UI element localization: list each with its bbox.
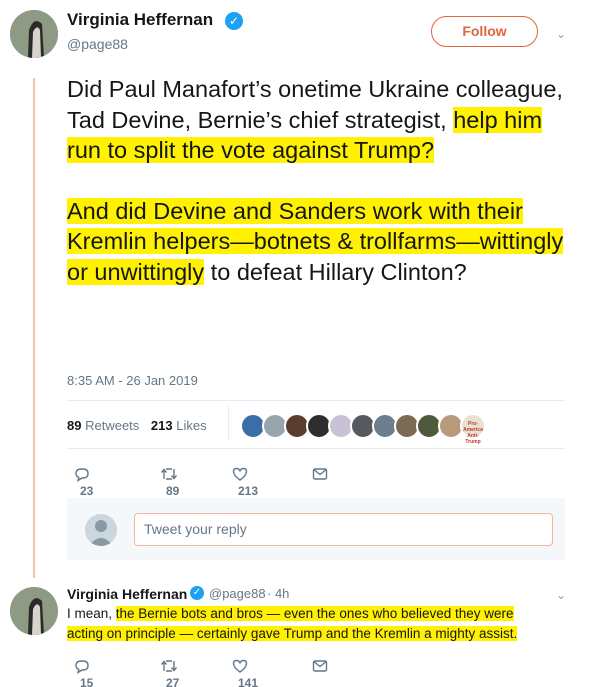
reply-time[interactable]: · 4h <box>267 586 289 601</box>
retweet-button[interactable]: 27 <box>160 657 179 687</box>
tweet-timestamp[interactable]: 8:35 AM - 26 Jan 2019 <box>67 373 198 388</box>
reply-text: I mean, the Bernie bots and bros — even … <box>67 604 547 644</box>
liker-badge-line2: Anti-Trump <box>465 433 481 445</box>
thread-line <box>33 78 35 578</box>
retweet-icon <box>160 468 178 480</box>
chevron-down-icon[interactable]: ⌄ <box>556 27 566 41</box>
retweet-count: 27 <box>166 675 180 687</box>
reply-icon <box>75 468 89 482</box>
tweet-paragraph-1: Did Paul Manafort’s onetime Ukraine coll… <box>67 74 567 166</box>
reply-author-handle[interactable]: @page88 <box>209 586 266 601</box>
like-button[interactable]: 213 <box>232 465 258 498</box>
user-avatar <box>85 514 117 546</box>
message-button[interactable] <box>312 657 328 673</box>
reply-text-highlight: the Bernie bots and bros — even the ones… <box>67 606 518 641</box>
reply-icon <box>75 660 89 674</box>
reply-composer: Tweet your reply <box>67 498 565 560</box>
tweet-stats: 89 Retweets 213 Likes <box>67 418 207 433</box>
reply-input[interactable]: Tweet your reply <box>134 513 553 546</box>
like-button[interactable]: 141 <box>232 657 258 687</box>
reply-button[interactable]: 15 <box>74 657 93 687</box>
like-icon <box>232 467 248 481</box>
retweet-icon <box>160 660 178 672</box>
follow-button[interactable]: Follow <box>431 16 538 47</box>
chevron-down-icon[interactable]: ⌄ <box>556 588 566 602</box>
message-button[interactable] <box>312 465 328 481</box>
like-icon <box>232 659 248 673</box>
reply-count: 23 <box>80 483 94 498</box>
tweet-text: Did Paul Manafort’s onetime Ukraine coll… <box>67 74 567 287</box>
retweets-count: 89 <box>67 418 82 433</box>
retweets-stat[interactable]: 89 Retweets <box>67 418 139 433</box>
likes-stat[interactable]: 213 Likes <box>151 418 207 433</box>
message-icon <box>312 468 328 480</box>
verified-badge-icon: ✓ <box>225 12 243 30</box>
retweet-count: 89 <box>166 483 180 498</box>
likes-label: Likes <box>176 418 207 433</box>
like-count: 141 <box>238 675 259 687</box>
author-name[interactable]: Virginia Heffernan <box>67 10 213 30</box>
divider <box>67 448 565 449</box>
like-count: 213 <box>238 483 259 498</box>
stats-separator <box>228 405 229 441</box>
reply-author-avatar[interactable] <box>10 587 58 635</box>
reply-text-plain: I mean, <box>67 606 116 621</box>
divider <box>67 400 565 401</box>
message-icon <box>312 660 328 672</box>
reply-button[interactable]: 23 <box>74 465 93 498</box>
liker-avatar[interactable]: Pro-America Anti-Trump <box>460 413 486 445</box>
reply-count: 15 <box>80 675 94 687</box>
retweet-button[interactable]: 89 <box>160 465 179 498</box>
reply-author-name[interactable]: Virginia Heffernan <box>67 586 187 602</box>
tweet-paragraph-2: And did Devine and Sanders work with the… <box>67 196 567 288</box>
retweets-label: Retweets <box>85 418 140 433</box>
likes-count: 213 <box>150 418 173 433</box>
verified-badge-icon: ✓ <box>190 586 204 600</box>
tweet-text-plain: to defeat Hillary Clinton? <box>204 258 467 285</box>
liker-badge-line1: Pro-America <box>463 421 483 433</box>
author-handle[interactable]: @page88 <box>67 36 128 52</box>
author-avatar[interactable] <box>10 10 58 58</box>
